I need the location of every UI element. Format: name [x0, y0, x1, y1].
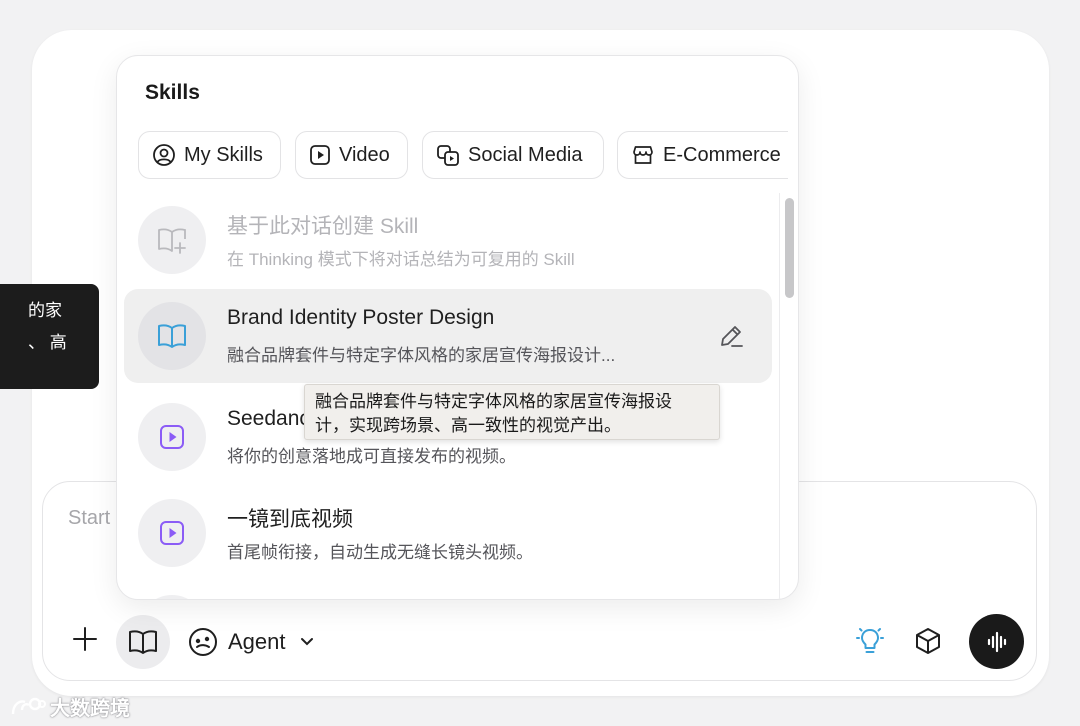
- watermark-logo-icon: [11, 697, 46, 714]
- skill-item-desc: 融合品牌套件与特定字体风格的家居宣传海报设计...: [227, 346, 616, 365]
- lightbulb-icon: [856, 628, 884, 653]
- description-tooltip: 融合品牌套件与特定字体风格的家居宣传海报设 计，实现跨场景、高一致性的视觉产出。: [304, 384, 720, 440]
- watermark-text: 大数跨境: [50, 698, 130, 720]
- waveform-icon: [987, 631, 1006, 652]
- watermark: 大数跨境: [10, 692, 130, 721]
- plus-icon: [73, 627, 97, 651]
- skill-item-icon: [138, 302, 206, 370]
- skill-item-name: 基于此对话创建 Skill: [227, 215, 419, 238]
- skill-item-icon: [138, 403, 206, 471]
- skill-item-brand-identity[interactable]: Brand Identity Poster Design 融合品牌套件与特定字体…: [124, 289, 772, 383]
- thinking-button[interactable]: [853, 624, 887, 658]
- chevron-down-icon: [300, 638, 313, 646]
- chip-my-skills[interactable]: My Skills: [138, 131, 281, 179]
- play-square-icon: [160, 425, 184, 449]
- cube-button[interactable]: [911, 624, 945, 658]
- agent-icon: [189, 628, 217, 656]
- skill-item-icon: [138, 206, 206, 274]
- create-skill-icon: [158, 228, 186, 254]
- play-square-icon: [310, 145, 330, 165]
- skill-item-create[interactable]: 基于此对话创建 Skill 在 Thinking 模式下将对话总结为可复用的 S…: [124, 193, 772, 287]
- storefront-icon: [633, 146, 653, 164]
- skill-item-desc: 首尾帧衔接，自动生成无缝长镜头视频。: [227, 543, 533, 562]
- agent-label: Agent: [228, 629, 286, 654]
- skill-item-name: 一镜到底视频: [227, 508, 353, 531]
- skill-item-desc: 在 Thinking 模式下将对话总结为可复用的 Skill: [227, 250, 575, 269]
- book-icon: [129, 630, 157, 654]
- agent-selector[interactable]: Agent: [188, 622, 314, 662]
- chip-label: Social Media: [468, 143, 583, 166]
- skills-button[interactable]: [116, 615, 170, 669]
- voice-button[interactable]: [969, 614, 1024, 669]
- chip-social-media[interactable]: Social Media: [422, 131, 604, 179]
- chip-video[interactable]: Video: [295, 131, 408, 179]
- skills-panel: Skills My Skills Video Social Media E-Co…: [116, 55, 799, 600]
- social-media-icon: [437, 145, 459, 166]
- chat-input-placeholder[interactable]: Start: [68, 507, 110, 530]
- chip-label: Video: [339, 143, 390, 166]
- side-tooltip-line1: 的家: [28, 301, 62, 320]
- chip-label: E-Commerce: [663, 143, 781, 166]
- skill-item-icon: [138, 595, 206, 599]
- skill-item-desc: 将你的创意落地成可直接发布的视频。: [227, 447, 516, 466]
- book-icon: [158, 324, 186, 348]
- skills-scrollbar-thumb[interactable]: [785, 198, 794, 298]
- side-tooltip-line2: 、 高: [28, 333, 67, 352]
- add-button[interactable]: [68, 622, 102, 656]
- skills-category-chips: My Skills Video Social Media E-Commerce: [138, 131, 788, 179]
- pencil-icon[interactable]: [717, 322, 745, 350]
- tooltip-line2: 计，实现跨场景、高一致性的视觉产出。: [315, 416, 621, 435]
- skill-item-long-take-video[interactable]: 一镜到底视频 首尾帧衔接，自动生成无缝长镜头视频。: [124, 486, 772, 580]
- side-tooltip: 的家 、 高: [0, 284, 99, 389]
- user-circle-icon: [153, 144, 175, 166]
- skill-item-icon: [138, 499, 206, 567]
- skill-item-partial[interactable]: [124, 582, 772, 599]
- play-square-icon: [160, 521, 184, 545]
- chip-label: My Skills: [184, 143, 263, 166]
- chip-e-commerce[interactable]: E-Commerce: [617, 131, 788, 179]
- skills-title: Skills: [145, 81, 200, 104]
- skill-item-name: Brand Identity Poster Design: [227, 306, 495, 329]
- tooltip-line1: 融合品牌套件与特定字体风格的家居宣传海报设: [315, 392, 672, 411]
- cube-icon: [916, 628, 940, 654]
